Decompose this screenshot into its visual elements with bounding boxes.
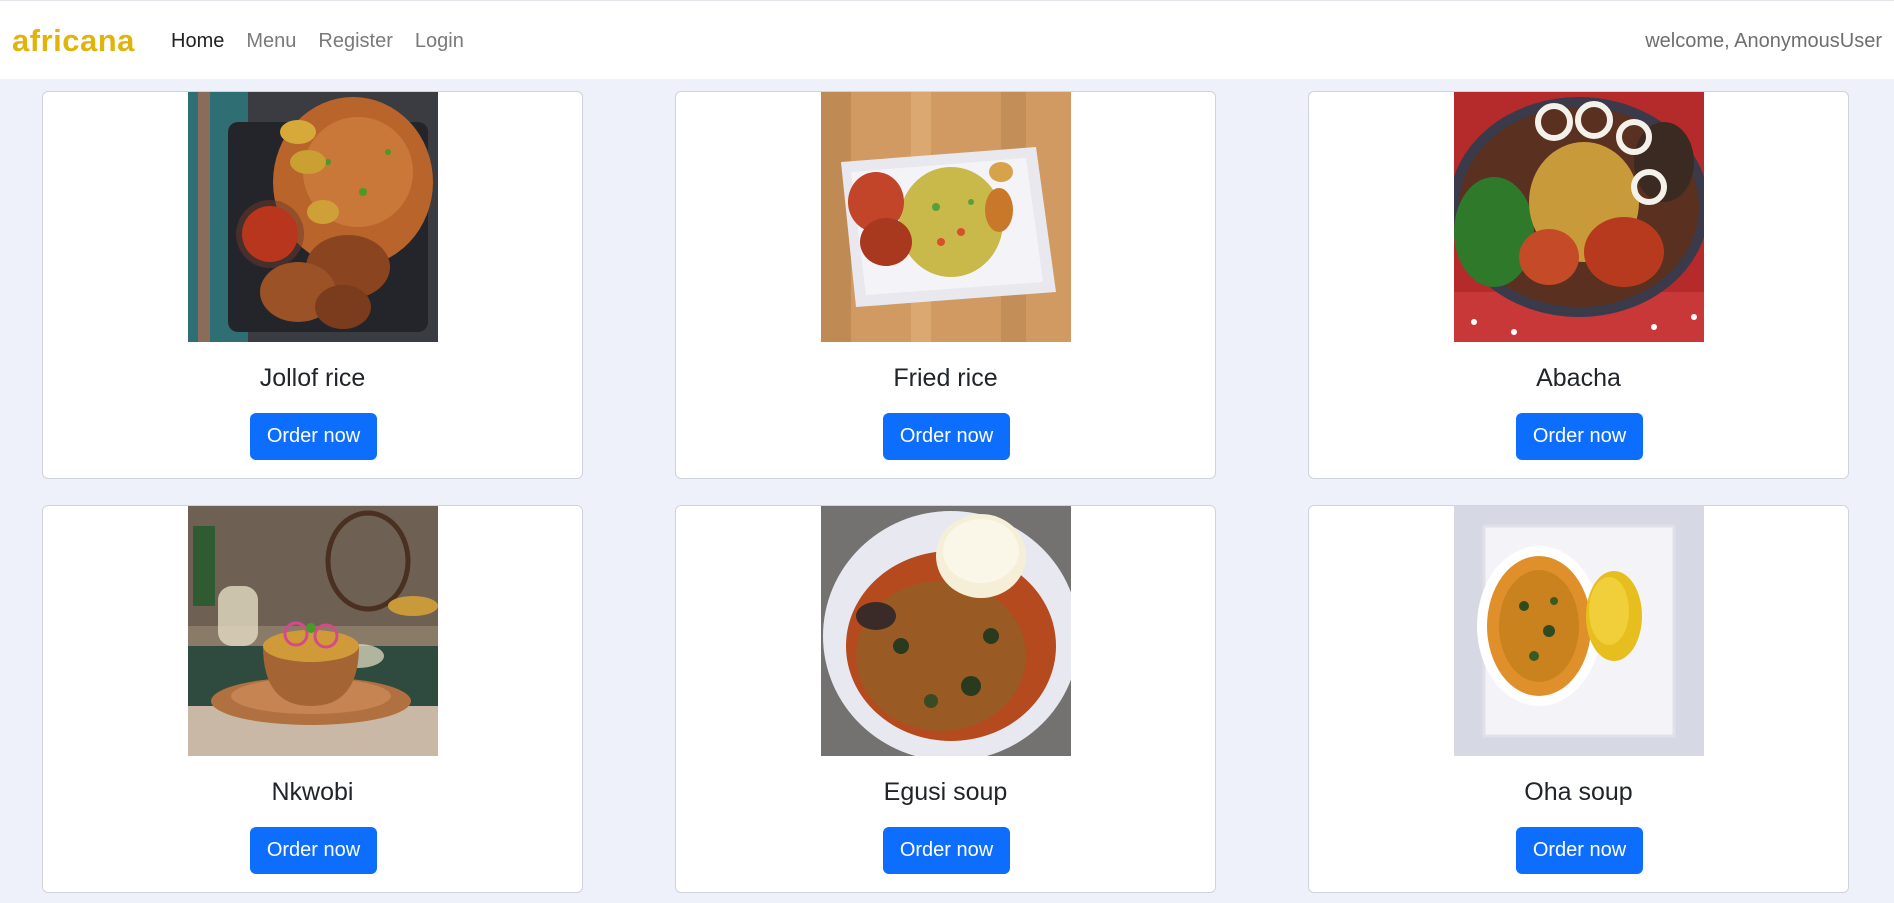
- dish-name: Abacha: [1536, 364, 1621, 392]
- dish-photo: [1454, 506, 1704, 756]
- dish-name: Jollof rice: [259, 364, 366, 392]
- dish-photo: [188, 506, 438, 756]
- top-navbar: africana Home Menu Register Login welcom…: [0, 0, 1894, 79]
- nav-link-login[interactable]: Login: [415, 30, 464, 53]
- dish-card: Fried rice Order now: [675, 91, 1216, 479]
- dish-photo: [821, 506, 1071, 756]
- dish-photo: [188, 92, 438, 342]
- dish-photo: [821, 92, 1071, 342]
- order-now-button[interactable]: Order now: [883, 827, 1010, 874]
- nav-link-menu[interactable]: Menu: [246, 30, 296, 53]
- dish-name: Fried rice: [893, 364, 998, 392]
- order-now-button[interactable]: Order now: [1516, 413, 1643, 460]
- dish-card: Abacha Order now: [1308, 91, 1849, 479]
- nav-link-home[interactable]: Home: [171, 30, 224, 53]
- welcome-text: welcome, AnonymousUser: [1645, 30, 1882, 52]
- order-now-button[interactable]: Order now: [1516, 827, 1643, 874]
- dish-card: Oha soup Order now: [1308, 505, 1849, 893]
- dish-name: Oha soup: [1524, 778, 1633, 806]
- nav-links: Home Menu Register Login: [171, 30, 486, 53]
- order-now-button[interactable]: Order now: [250, 827, 377, 874]
- dish-name: Egusi soup: [883, 778, 1008, 806]
- order-now-button[interactable]: Order now: [250, 413, 377, 460]
- brand-logo[interactable]: africana: [12, 23, 135, 59]
- dish-photo: [1454, 92, 1704, 342]
- order-now-button[interactable]: Order now: [883, 413, 1010, 460]
- dish-card: Jollof rice Order now: [42, 91, 583, 479]
- dish-card: Nkwobi Order now: [42, 505, 583, 893]
- dish-name: Nkwobi: [271, 778, 354, 806]
- nav-link-register[interactable]: Register: [318, 30, 392, 53]
- dish-card: Egusi soup Order now: [675, 505, 1216, 893]
